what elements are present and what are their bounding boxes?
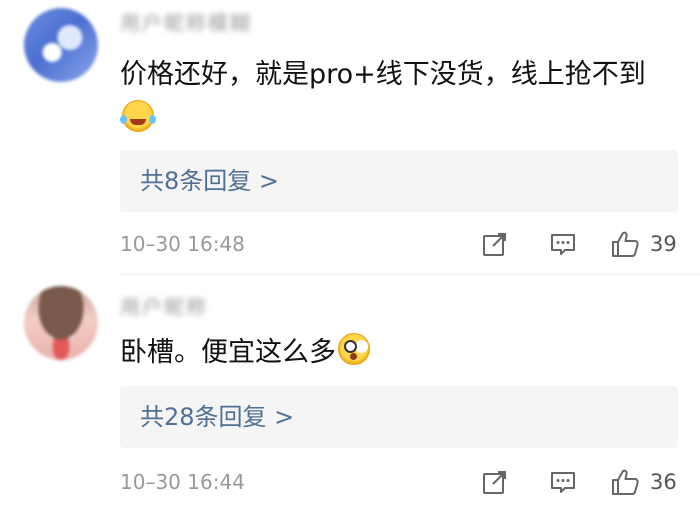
avatar[interactable] — [24, 8, 98, 82]
username[interactable]: 用户昵称 — [120, 296, 208, 318]
shocked-face-emoji-icon — [338, 333, 370, 365]
comment-text-body: 卧槽。便宜这么多 — [120, 337, 336, 368]
share-icon[interactable] — [480, 467, 510, 497]
view-replies-link[interactable]: 共8条回复 > — [140, 150, 279, 212]
comment-text: 卧槽。便宜这么多 — [120, 332, 660, 374]
like-icon[interactable] — [610, 229, 640, 259]
comment-text-body: 价格还好，就是pro+线下没货，线上抢不到 — [120, 59, 646, 90]
username[interactable]: 用户昵称模糊 — [120, 12, 252, 34]
comment-icon[interactable] — [548, 467, 578, 497]
view-replies-link[interactable]: 共28条回复 > — [140, 386, 294, 448]
timestamp: 10–30 16:48 — [120, 232, 245, 256]
share-icon[interactable] — [480, 229, 510, 259]
avatar[interactable] — [24, 286, 98, 360]
like-count: 36 — [650, 470, 677, 494]
divider — [120, 274, 700, 275]
replies-box[interactable]: 共28条回复 > — [120, 386, 678, 448]
comment-item: 用户昵称 卧槽。便宜这么多 共28条回复 > 10–30 16:44 36 — [0, 276, 700, 506]
like-icon[interactable] — [610, 467, 640, 497]
comment-meta: 10–30 16:44 36 — [120, 462, 678, 502]
timestamp: 10–30 16:44 — [120, 470, 245, 494]
comment-meta: 10–30 16:48 39 — [120, 224, 678, 264]
comment-text: 价格还好，就是pro+线下没货，线上抢不到 — [120, 54, 660, 132]
comment-icon[interactable] — [548, 229, 578, 259]
laughing-tears-emoji-icon — [120, 100, 154, 132]
like-count: 39 — [650, 232, 677, 256]
replies-box[interactable]: 共8条回复 > — [120, 150, 678, 212]
comment-item: 用户昵称模糊 价格还好，就是pro+线下没货，线上抢不到 共8条回复 > 10–… — [0, 0, 700, 274]
